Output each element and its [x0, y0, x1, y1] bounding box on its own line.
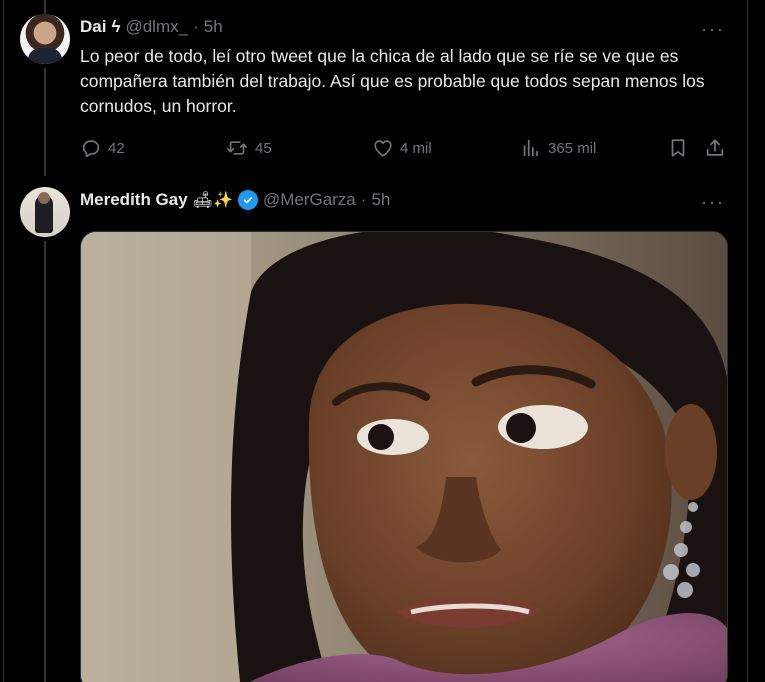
avatar-figure — [28, 48, 62, 64]
bookmark-button[interactable] — [667, 133, 689, 163]
like-button[interactable]: 4 mil — [372, 133, 432, 163]
tweet-header: Meredith Gay 🛋✨ @MerGarza · 5h — [80, 190, 390, 210]
thread-line-top — [44, 0, 46, 14]
views-chart-icon — [523, 139, 538, 157]
user-handle[interactable]: @MerGarza — [263, 190, 356, 210]
views-count: 365 mil — [548, 139, 597, 157]
column-border-right — [747, 0, 748, 682]
repost-icon — [227, 141, 247, 155]
repost-button[interactable]: 45 — [225, 133, 272, 163]
tweet-header: Dai ϟ @dlmx_ · 5h — [80, 17, 223, 37]
views-button[interactable]: 365 mil — [520, 133, 596, 163]
reply-button[interactable]: 42 — [80, 133, 125, 163]
column-border-left — [3, 0, 4, 682]
tweet-text: Lo peor de todo, leí otro tweet que la c… — [80, 46, 705, 116]
thread-line-bottom — [44, 241, 46, 682]
reply-icon — [82, 140, 100, 158]
user-handle[interactable]: @dlmx_ — [125, 17, 188, 37]
repost-count: 45 — [255, 139, 272, 157]
media-reaction-face — [81, 232, 727, 682]
name-badge-icon: ϟ — [111, 17, 121, 36]
heart-icon — [374, 140, 392, 157]
separator: · — [193, 17, 199, 36]
share-icon — [706, 139, 724, 156]
tweet-actions: 42 45 4 mil 365 mil — [80, 133, 730, 163]
timestamp[interactable]: 5h — [204, 17, 223, 37]
scrollbar-track[interactable] — [749, 0, 765, 682]
display-name[interactable]: Dai — [80, 17, 106, 37]
avatar-head — [38, 192, 50, 204]
avatar[interactable] — [20, 187, 70, 237]
thread-line-connector — [44, 68, 46, 176]
like-count: 4 mil — [400, 139, 432, 157]
share-button[interactable] — [704, 133, 726, 163]
bookmark-icon — [671, 139, 685, 157]
more-options-icon[interactable]: ··· — [701, 20, 725, 38]
reply-count: 42 — [108, 139, 125, 157]
separator: · — [360, 190, 367, 209]
name-emoji: 🛋✨ — [192, 192, 233, 209]
avatar[interactable] — [20, 14, 70, 64]
tweet-media-image[interactable] — [80, 231, 728, 682]
display-name[interactable]: Meredith Gay — [80, 190, 188, 210]
timestamp[interactable]: 5h — [371, 190, 390, 210]
more-options-icon[interactable]: ··· — [701, 193, 725, 211]
verified-badge-icon — [237, 190, 258, 210]
